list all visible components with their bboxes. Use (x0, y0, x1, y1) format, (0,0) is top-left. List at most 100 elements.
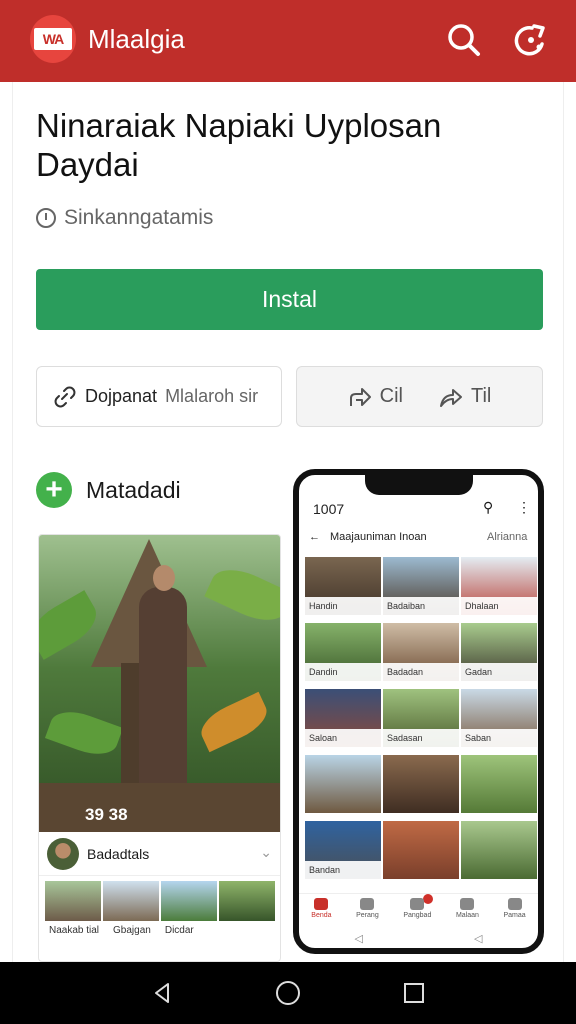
thumbnail[interactable] (161, 881, 217, 921)
tab-label: Perang (356, 912, 379, 919)
inbox-icon (410, 898, 425, 910)
phone-preview: 1007 ⚲ ⋮ ← Maajauniman Inoan Alrianna Ha… (293, 469, 544, 954)
grid-cell[interactable]: Handin (305, 557, 381, 615)
phone-bottom-nav: Benda Perang Pangbad Malaan Pamaa (299, 893, 538, 927)
link-icon (54, 386, 76, 407)
meta-text: Sinkanngatamis (64, 206, 214, 229)
action-cil[interactable]: Cil (348, 385, 403, 408)
grid-cell[interactable]: Badadan (383, 623, 459, 681)
phone-nav-right[interactable]: Alrianna (487, 531, 527, 543)
compass-icon (460, 898, 475, 910)
action-til[interactable]: Til (439, 385, 491, 408)
grid-cell[interactable]: Saban (461, 689, 537, 747)
tab-label: Benda (311, 912, 332, 919)
thumbnail[interactable] (219, 881, 275, 921)
cell-label: Saban (461, 729, 537, 747)
phone-notch (365, 475, 473, 495)
profile-icon (507, 898, 522, 910)
thumb-label: Gbajgan (113, 925, 151, 936)
media-row-label: Badadtals (87, 845, 150, 862)
person-figure (139, 587, 187, 799)
grid-cell[interactable]: Dhalaan (461, 557, 537, 615)
cell-label: Dandin (305, 663, 381, 681)
clock-icon (36, 208, 56, 228)
add-icon[interactable]: + (36, 472, 72, 508)
back-icon[interactable]: ◁ (474, 932, 482, 945)
cell-label: Dhalaan (461, 597, 537, 615)
grid-cell[interactable] (461, 755, 537, 813)
tab-inbox[interactable]: Pangbad (403, 898, 431, 927)
cell-label: Badaiban (383, 597, 459, 615)
app-name: Mlaalgia (88, 24, 185, 54)
cell-label: Gadan (461, 663, 537, 681)
home-icon (314, 898, 329, 910)
ground (39, 783, 280, 832)
cell-label: Bandan (305, 861, 381, 879)
app-bar: WA Mlaalgia (0, 0, 576, 82)
page-title: Ninaraiak Napiaki Uyplosan Daydai (36, 107, 442, 183)
system-nav-bar (0, 962, 576, 1024)
tab-label: Pangbad (403, 912, 432, 919)
more-icon[interactable]: ⋮ (517, 499, 531, 516)
grid-cell[interactable]: Dandin (305, 623, 381, 681)
tab-profile[interactable]: Pamaa (504, 898, 526, 927)
hero-image: 39 38 (39, 535, 280, 832)
search-icon[interactable] (444, 20, 484, 60)
grid-cell[interactable]: Saloan (305, 689, 381, 747)
grid-cell[interactable]: Gadan (461, 623, 537, 681)
person-head (153, 565, 175, 591)
action-cil-label: Cil (379, 385, 403, 407)
share-link-button[interactable]: Dojpanat Mlalaroh sir (36, 366, 282, 427)
phone-system-nav: ◁ ◁ (299, 927, 538, 948)
tab-people[interactable]: Perang (356, 898, 379, 927)
phone-grid: Handin Badaiban Dhalaan Dandin Badadan G… (305, 557, 538, 887)
thumb-label: Dicdar (164, 925, 194, 936)
chevron-down-icon[interactable]: ⌄ (260, 844, 272, 861)
grid-cell[interactable]: Badaiban (383, 557, 459, 615)
phone-nav: ← Maajauniman Inoan Alrianna (309, 531, 538, 543)
cell-label: Badadan (383, 663, 459, 681)
share-icon[interactable] (510, 20, 550, 60)
tab-label: Malaan (455, 912, 479, 919)
tab-explore[interactable]: Malaan (456, 898, 479, 927)
thumbnail[interactable] (45, 881, 101, 921)
grid-cell[interactable]: Sadasan (383, 689, 459, 747)
media-card[interactable]: 39 38 Badadtals ⌄ Naakab tial Gbajgan Di… (38, 534, 281, 962)
share-light-label: Mlalaroh sir (165, 386, 259, 406)
share-bold-label: Dojpanat (85, 386, 158, 406)
image-overlay-number: 39 38 (85, 805, 128, 824)
share-arrow-icon (439, 388, 462, 407)
grid-cell[interactable] (383, 821, 459, 879)
forward-icon (349, 387, 371, 406)
section-header: + Matadadi (36, 472, 181, 508)
install-button[interactable]: Instal (36, 269, 543, 330)
action-til-label: Til (470, 385, 492, 407)
thumbnail-strip (45, 881, 275, 921)
tab-home[interactable]: Benda (311, 898, 332, 927)
app-logo[interactable]: WA (30, 15, 76, 63)
home-icon[interactable] (274, 979, 302, 1007)
grid-cell[interactable]: Bandan (305, 821, 381, 879)
cell-label: Saloan (305, 729, 381, 747)
thumbnail[interactable] (103, 881, 159, 921)
search-icon[interactable]: ⚲ (483, 499, 493, 516)
grid-cell[interactable] (461, 821, 537, 879)
back-arrow-icon[interactable]: ← (309, 531, 320, 543)
grid-cell[interactable] (383, 755, 459, 813)
thumbnail-labels: Naakab tial Gbajgan Dicdar (39, 925, 280, 936)
tab-label: Pamaa (503, 912, 526, 919)
cell-label: Handin (305, 597, 381, 615)
back-icon[interactable] (150, 981, 174, 1005)
action-group: Cil Til (296, 366, 543, 427)
logo-text: WA (34, 28, 72, 50)
phone-status: 1007 (313, 501, 345, 517)
media-author-row[interactable]: Badadtals ⌄ (39, 832, 280, 876)
meta-row: Sinkanngatamis (36, 206, 213, 230)
section-label: Matadadi (86, 476, 181, 503)
back-icon[interactable]: ◁ (355, 932, 363, 945)
thumb-label: Naakab tial (49, 925, 100, 936)
cell-label: Sadasan (383, 729, 459, 747)
recent-icon[interactable] (402, 981, 426, 1005)
phone-nav-title: Maajauniman Inoan (330, 531, 427, 543)
grid-cell[interactable] (305, 755, 381, 813)
